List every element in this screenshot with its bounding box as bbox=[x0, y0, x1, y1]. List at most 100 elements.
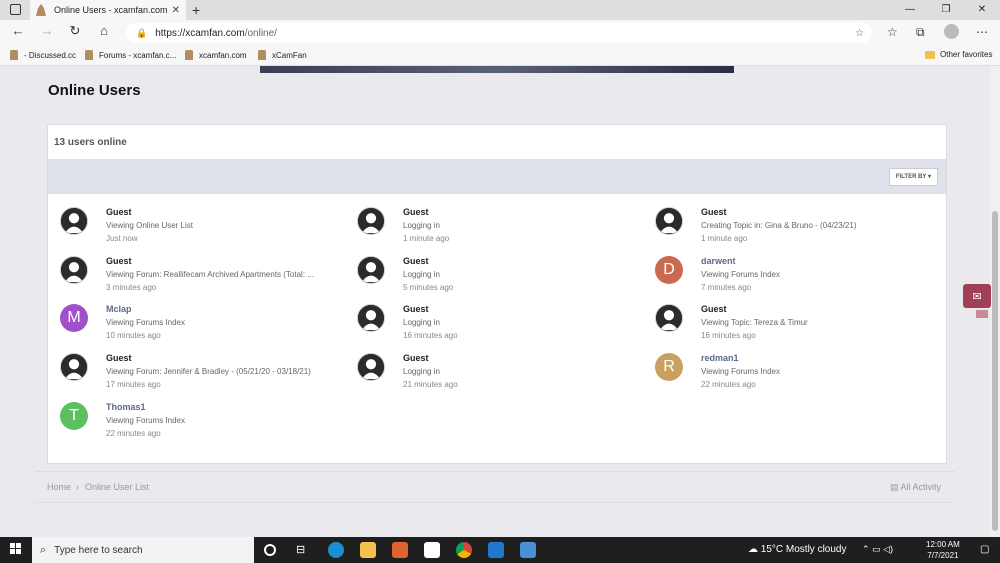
filter-by-button[interactable]: FILTER BY ▾ bbox=[888, 168, 938, 186]
chrome-icon[interactable] bbox=[456, 542, 472, 558]
user-activity: Viewing Forums Index bbox=[701, 269, 780, 279]
breadcrumb: Home › Online User List ▤ All Activity bbox=[35, 471, 955, 503]
user-entry: Rredman1 Viewing Forums Index 22 minutes a… bbox=[655, 353, 935, 393]
all-activity-link[interactable]: ▤ All Activity bbox=[890, 482, 941, 493]
tab-title: Online Users - xcamfan.com bbox=[54, 5, 168, 15]
user-time: 21 minutes ago bbox=[403, 380, 458, 390]
user-activity: Logging in bbox=[403, 269, 440, 279]
user-time: 7 minutes ago bbox=[701, 282, 752, 292]
avatar[interactable]: M bbox=[60, 304, 88, 333]
close-window-icon[interactable]: ✕ bbox=[964, 0, 1000, 20]
avatar[interactable]: T bbox=[60, 401, 88, 430]
bookmark-label: - Discussed.cc bbox=[24, 50, 77, 60]
user-name[interactable]: darwent bbox=[701, 256, 736, 266]
guest-avatar bbox=[655, 304, 683, 333]
url-domain: https://xcamfan.com bbox=[155, 27, 245, 39]
tab-actions-icon[interactable] bbox=[10, 4, 21, 15]
guest-avatar bbox=[357, 255, 385, 284]
remote-desktop-icon[interactable] bbox=[520, 542, 536, 558]
minimize-icon[interactable]: — bbox=[892, 0, 928, 20]
user-activity: Logging in bbox=[403, 367, 440, 377]
user-name[interactable]: redman1 bbox=[701, 353, 739, 363]
more-menu-icon[interactable]: ⋯ bbox=[976, 25, 988, 39]
user-entry: M Mclap Viewing Forums Index 10 minutes ago bbox=[60, 304, 340, 344]
bookmark-item[interactable]: xcamfan.com bbox=[185, 50, 247, 60]
site-favicon-icon bbox=[36, 4, 46, 16]
tab-close-icon[interactable]: ✕ bbox=[172, 5, 180, 16]
favorites-icon[interactable]: ☆ bbox=[887, 25, 898, 39]
network-icon[interactable]: ▭ bbox=[872, 544, 881, 554]
user-name: Guest bbox=[106, 255, 132, 266]
clock-date: 7/7/2021 bbox=[927, 551, 959, 560]
address-toolbar: ← → ↻ ⌂ 🔒 https://xcamfan.com/online/ ☆ … bbox=[0, 20, 1000, 46]
user-time: 1 minute ago bbox=[701, 234, 748, 243]
taskbar-search-box[interactable]: ⌕ Type here to search bbox=[32, 537, 254, 563]
user-name[interactable]: Thomas1 bbox=[106, 402, 146, 412]
guest-avatar bbox=[60, 255, 88, 284]
user-entry: Ddarwent Viewing Forums Index 7 minutes ag… bbox=[655, 255, 935, 296]
user-entry: Guest Viewing Topic: Tereza & Timur 16 min… bbox=[655, 304, 935, 344]
banner-image bbox=[260, 66, 734, 73]
mail-app-icon[interactable] bbox=[488, 542, 504, 558]
breadcrumb-home[interactable]: Home bbox=[47, 482, 71, 492]
user-name[interactable]: Mclap bbox=[106, 304, 132, 314]
activity-icon: ▤ bbox=[889, 482, 901, 492]
guest-avatar bbox=[60, 207, 88, 235]
file-explorer-icon[interactable] bbox=[360, 542, 376, 558]
volume-icon[interactable]: ◁) bbox=[883, 544, 893, 554]
home-icon[interactable]: ⌂ bbox=[94, 23, 114, 38]
browser-tab-bar: Online Users - xcamfan.com ✕ + — ❐ ✕ bbox=[0, 0, 1000, 20]
user-activity: Logging in bbox=[403, 318, 440, 328]
lock-icon[interactable]: 🔒 bbox=[136, 28, 147, 39]
bookmark-favicon-icon bbox=[258, 50, 266, 60]
notifications-icon[interactable]: ▢ bbox=[980, 544, 989, 555]
user-time: 22 minutes ago bbox=[701, 380, 756, 390]
system-tray[interactable]: ⌃ ▭ ◁) bbox=[862, 544, 893, 555]
cortana-icon[interactable] bbox=[264, 544, 276, 556]
bookmark-item[interactable]: Forums - xcamfan.c... bbox=[85, 50, 176, 60]
maximize-icon[interactable]: ❐ bbox=[928, 0, 964, 20]
bookmark-item[interactable]: - Discussed.cc bbox=[10, 50, 76, 60]
weather-widget[interactable]: ☁ 15°C Mostly cloudy bbox=[748, 544, 846, 555]
edge-icon[interactable] bbox=[328, 542, 344, 558]
page-title: Online Users bbox=[48, 82, 141, 99]
browser-tab[interactable]: Online Users - xcamfan.com ✕ bbox=[30, 0, 186, 20]
user-entry: Guest Logging in 1 minute ago bbox=[357, 207, 637, 247]
user-time: 16 minutes ago bbox=[403, 331, 458, 341]
user-entry: Guest Creating Topic in: Gina & Bruno - (… bbox=[655, 207, 935, 247]
online-users-panel: 13 users online FILTER BY ▾ Guest Viewing… bbox=[47, 124, 947, 464]
avatar[interactable]: R bbox=[655, 353, 683, 382]
media-player-icon[interactable] bbox=[392, 542, 408, 558]
user-name: Guest bbox=[403, 207, 429, 217]
search-icon: ⌕ bbox=[40, 543, 47, 556]
bookmark-item[interactable]: xCamFan bbox=[258, 50, 307, 60]
favorite-star-icon[interactable]: ☆ bbox=[855, 28, 864, 39]
windows-start-icon[interactable] bbox=[10, 543, 22, 555]
user-entry: Guest Logging in 21 minutes ago bbox=[357, 353, 637, 393]
user-time: 1 minute ago bbox=[403, 234, 450, 243]
mail-badge bbox=[976, 310, 988, 318]
task-view-icon[interactable]: ⊟ bbox=[296, 542, 312, 558]
show-hidden-icon[interactable]: ⌃ bbox=[862, 544, 870, 554]
taskbar-clock[interactable]: 12:00 AM 7/7/2021 bbox=[926, 539, 960, 561]
store-icon[interactable] bbox=[424, 542, 440, 558]
forward-icon[interactable]: → bbox=[37, 23, 57, 38]
user-activity: Viewing Forums Index bbox=[106, 318, 185, 328]
new-tab-button[interactable]: + bbox=[192, 2, 200, 18]
mail-icon[interactable]: ✉ bbox=[963, 284, 991, 308]
user-name: Guest bbox=[701, 304, 727, 315]
collections-icon[interactable]: ⧉ bbox=[916, 25, 925, 40]
scrollbar-thumb[interactable] bbox=[992, 211, 998, 531]
user-entry: Guest Viewing Forum: Reallifecam Archived… bbox=[60, 255, 340, 296]
avatar[interactable]: D bbox=[655, 255, 683, 284]
user-time: 10 minutes ago bbox=[106, 331, 161, 341]
other-favorites[interactable]: Other favorites bbox=[925, 50, 992, 59]
clock-time: 12:00 AM bbox=[926, 540, 960, 549]
url-bar[interactable]: 🔒 https://xcamfan.com/online/ ☆ bbox=[126, 23, 872, 43]
refresh-icon[interactable]: ↻ bbox=[65, 23, 85, 39]
back-icon[interactable]: ← bbox=[8, 23, 28, 38]
user-entry: Guest Viewing Forum: Jennifer & Bradley -… bbox=[60, 353, 340, 393]
user-entry: Guest Logging in 5 minutes ago bbox=[357, 255, 637, 296]
page-scrollbar[interactable] bbox=[990, 66, 1000, 537]
profile-avatar[interactable] bbox=[944, 24, 959, 39]
